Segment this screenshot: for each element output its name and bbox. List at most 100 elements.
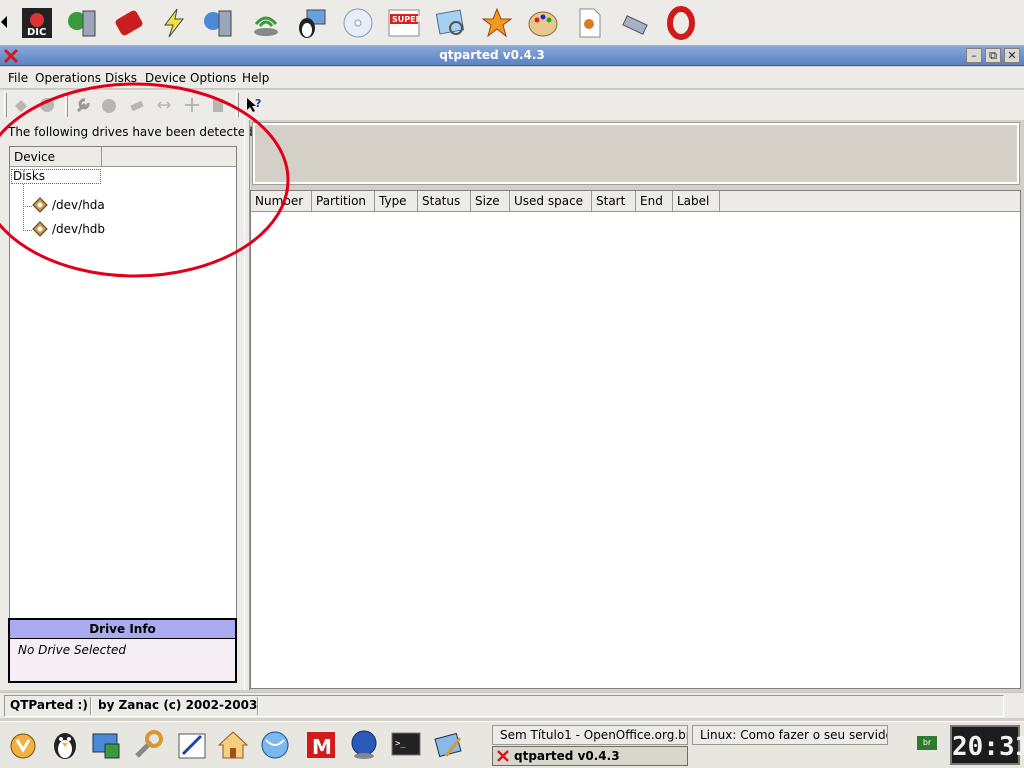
qtparted-x-icon xyxy=(497,750,509,762)
tree-node-label: /dev/hda xyxy=(52,198,105,212)
control-center-wrench-icon[interactable] xyxy=(131,728,165,762)
tree-node-hdb[interactable]: /dev/hdb xyxy=(32,219,105,239)
resize-icon[interactable] xyxy=(155,96,173,114)
status-app-label: QTParted :) xyxy=(10,698,88,712)
screenshot-tool-icon[interactable] xyxy=(432,728,466,762)
tree-connector xyxy=(23,206,32,207)
k-menu-icon[interactable] xyxy=(6,728,40,762)
close-icon: ✕ xyxy=(1007,49,1017,62)
menu-file[interactable]: File xyxy=(8,71,28,85)
kate-editor-icon[interactable] xyxy=(175,728,209,762)
svg-text:DIC: DIC xyxy=(27,27,46,38)
column-type[interactable]: Type xyxy=(375,191,418,212)
partition-graph-area[interactable] xyxy=(252,122,1020,185)
undo-icon[interactable] xyxy=(12,96,30,114)
home-folder-icon[interactable] xyxy=(216,728,250,762)
cd-rom-icon[interactable] xyxy=(341,6,375,40)
task-browser[interactable]: Linux: Como fazer o seu servidor xyxy=(692,725,888,745)
konqueror-browser-icon[interactable] xyxy=(258,728,292,762)
eraser-icon[interactable] xyxy=(128,96,146,114)
commit-icon[interactable] xyxy=(38,96,56,114)
partition-table[interactable]: Number Partition Type Status Size Used s… xyxy=(250,190,1021,689)
svg-text:?: ? xyxy=(255,97,261,110)
network-globe-icon[interactable] xyxy=(347,728,381,762)
status-credits: by Zanac (c) 2002-2003 xyxy=(98,698,258,712)
tree-header-device[interactable]: Device xyxy=(10,147,102,167)
menu-disks[interactable]: Disks xyxy=(105,71,137,85)
status-bar: QTParted :) by Zanac (c) 2002-2003 xyxy=(0,692,1024,718)
column-partition[interactable]: Partition xyxy=(312,191,375,212)
kde-taskbar: M >_ Sem Título1 - OpenOffice.org.br Lin… xyxy=(0,721,1024,768)
network-computer-icon[interactable] xyxy=(66,6,100,40)
tree-node-label: /dev/hdb xyxy=(52,222,106,236)
toolbar-grip-2[interactable] xyxy=(65,93,68,117)
hard-disk-icon xyxy=(32,197,48,213)
column-status[interactable]: Status xyxy=(418,191,471,212)
wireless-icon[interactable] xyxy=(249,6,283,40)
document-icon[interactable] xyxy=(572,6,606,40)
partition-table-header: Number Partition Type Status Size Used s… xyxy=(251,191,1020,212)
paint-palette-icon[interactable] xyxy=(526,6,560,40)
tree-node-disks[interactable]: Disks xyxy=(11,169,101,184)
status-separator xyxy=(90,697,92,715)
menu-options[interactable]: Options xyxy=(190,71,236,85)
panel-hide-arrow-icon[interactable] xyxy=(1,16,7,28)
status-separator xyxy=(257,697,259,715)
move-icon[interactable] xyxy=(183,96,201,114)
task-openoffice[interactable]: Sem Título1 - OpenOffice.org.br xyxy=(492,725,688,745)
column-number[interactable]: Number xyxy=(251,191,312,212)
svg-text:SUPER: SUPER xyxy=(392,15,421,24)
menu-help[interactable]: Help xyxy=(242,71,269,85)
column-start[interactable]: Start xyxy=(592,191,636,212)
dic-dictionary-icon[interactable]: DIC xyxy=(20,6,54,40)
svg-text:M: M xyxy=(312,735,332,759)
menu-operations[interactable]: Operations xyxy=(35,71,101,85)
whats-this-help-icon[interactable]: ? xyxy=(245,96,263,114)
delete-icon[interactable] xyxy=(209,96,227,114)
top-launcher-panel: DIC SUPER xyxy=(0,0,1024,46)
column-used-space[interactable]: Used space xyxy=(510,191,592,212)
window-title: qtparted v0.4.3 xyxy=(439,48,545,62)
tux-desktop-icon[interactable] xyxy=(295,6,329,40)
show-desktop-icon[interactable] xyxy=(90,728,124,762)
column-size[interactable]: Size xyxy=(471,191,510,212)
device-tree[interactable]: Device Disks /dev/hda /dev/hdb xyxy=(9,146,237,632)
tree-connector xyxy=(23,230,32,231)
tux-icon[interactable] xyxy=(48,728,82,762)
menu-bar: File Operations Disks Device Options Hel… xyxy=(0,67,1024,89)
media-player-icon[interactable] xyxy=(112,6,146,40)
opera-browser-icon[interactable] xyxy=(664,6,698,40)
star-icon[interactable] xyxy=(480,6,514,40)
tree-node-hda[interactable]: /dev/hda xyxy=(32,195,105,215)
format-icon[interactable] xyxy=(100,96,118,114)
task-qtparted[interactable]: qtparted v0.4.3 xyxy=(492,746,688,766)
window-titlebar[interactable]: qtparted v0.4.3 – ⧉ ✕ xyxy=(0,46,1024,66)
toolbar: ? xyxy=(0,90,1024,120)
keyboard-layout-indicator[interactable]: br xyxy=(917,736,937,750)
close-button[interactable]: ✕ xyxy=(1004,48,1020,63)
wrench-icon[interactable] xyxy=(74,96,92,114)
terminal-icon[interactable]: >_ xyxy=(389,728,423,762)
minimize-icon: – xyxy=(971,49,977,62)
restore-icon: ⧉ xyxy=(989,49,997,62)
column-label[interactable]: Label xyxy=(673,191,720,212)
toolbar-grip[interactable] xyxy=(4,93,7,117)
drive-info-box: Drive Info No Drive Selected xyxy=(8,618,237,683)
drives-panel: The following drives have been detected:… xyxy=(0,120,257,690)
kmail-icon[interactable]: M xyxy=(304,728,338,762)
network-computer-icon-2[interactable] xyxy=(202,6,236,40)
restore-button[interactable]: ⧉ xyxy=(985,48,1001,63)
column-end[interactable]: End xyxy=(636,191,673,212)
image-viewer-icon[interactable] xyxy=(434,6,468,40)
lightning-icon[interactable] xyxy=(157,6,191,40)
menu-device[interactable]: Device xyxy=(145,71,186,85)
hard-disk-icon xyxy=(32,221,48,237)
clock[interactable]: 20:31 xyxy=(950,725,1024,765)
task-label: qtparted v0.4.3 xyxy=(514,749,620,763)
desktop: DIC SUPER qtparted v0.4.3 – ⧉ ✕ File Ope… xyxy=(0,0,1024,768)
minimize-button[interactable]: – xyxy=(966,48,982,63)
usb-device-icon[interactable] xyxy=(618,6,652,40)
toolbar-grip-3[interactable] xyxy=(236,93,239,117)
task-label: Sem Título1 - OpenOffice.org.br xyxy=(500,728,688,742)
super-game-icon[interactable]: SUPER xyxy=(387,6,421,40)
